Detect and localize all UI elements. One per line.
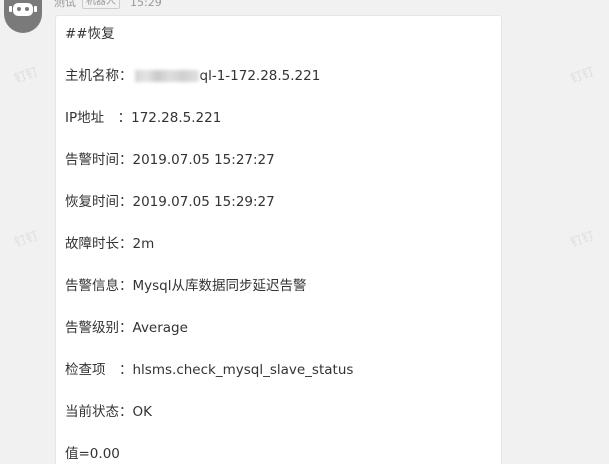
message-bubble[interactable]: ##恢复 主机名称： ql-1-172.28.5.221 IP地址 ：172.28…: [55, 15, 502, 464]
watermark-text: 钉钉: [12, 64, 40, 86]
host-line: 主机名称： ql-1-172.28.5.221: [65, 67, 320, 85]
robot-icon: [13, 3, 33, 16]
recover-time-line: 恢复时间：2019.07.05 15:29:27: [65, 194, 275, 210]
host-suffix: ql-1-172.28.5.221: [199, 68, 321, 84]
redacted-hostname: [134, 70, 199, 82]
robot-eye-right: [25, 7, 29, 11]
robot-tag: 机器人: [82, 0, 120, 9]
sender-name[interactable]: 测试: [54, 0, 76, 10]
current-status-line: 当前状态：OK: [65, 404, 152, 420]
message-title: ##恢复: [65, 26, 115, 42]
watermark-text: 钉钉: [568, 64, 596, 86]
value-line: 值=0.00: [65, 446, 120, 462]
robot-avatar[interactable]: [4, 0, 42, 33]
alert-time-line: 告警时间：2019.07.05 15:27:27: [65, 152, 275, 168]
robot-ear-left: [9, 6, 12, 12]
check-item-line: 检查项 ：hlsms.check_mysql_slave_status: [65, 362, 354, 378]
watermark-text: 钉钉: [568, 228, 596, 250]
message-time: 15:29: [130, 0, 162, 9]
message-header: 测试 机器人 15:29: [54, 0, 162, 10]
ip-line: IP地址 ：172.28.5.221: [65, 110, 222, 126]
robot-ear-right: [34, 6, 37, 12]
watermark-text: 钉钉: [12, 228, 40, 250]
alert-level-line: 告警级别：Average: [65, 320, 188, 336]
host-label: 主机名称：: [65, 68, 133, 84]
duration-line: 故障时长：2m: [65, 236, 155, 252]
alert-info-line: 告警信息：Mysql从库数据同步延迟告警: [65, 278, 307, 294]
robot-eye-left: [17, 7, 21, 11]
